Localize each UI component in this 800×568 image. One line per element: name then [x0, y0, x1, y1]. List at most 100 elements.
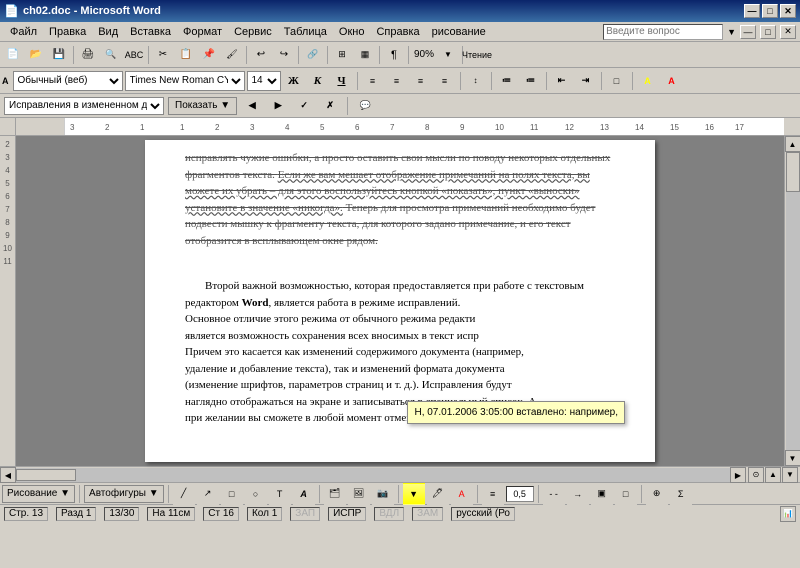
menu-view[interactable]: Вид [92, 24, 124, 40]
menu-insert[interactable]: Вставка [124, 24, 177, 40]
track-mode-selector[interactable]: Исправления в измененном документе [4, 97, 164, 115]
drawing-menu-button[interactable]: Рисование ▼ [2, 485, 75, 503]
window-maximize-btn[interactable]: □ [760, 25, 776, 39]
autoshapes-button[interactable]: Автофигуры ▼ [84, 485, 164, 503]
align-left-button[interactable]: ≡ [362, 71, 384, 91]
menu-file[interactable]: Файл [4, 24, 43, 40]
clipart-button[interactable]: 🖼 [348, 483, 370, 505]
maximize-button[interactable]: □ [762, 4, 778, 18]
browse-select-button[interactable]: ⊙ [748, 467, 764, 483]
open-button[interactable]: 📂 [25, 44, 47, 66]
scroll-up-button[interactable]: ▲ [785, 136, 800, 152]
window-minimize-btn[interactable]: — [740, 25, 756, 39]
arrow-style-button[interactable]: → [567, 483, 589, 505]
paste-button[interactable]: 📌 [198, 44, 220, 66]
line-tool-button[interactable]: ╱ [173, 483, 195, 505]
scroll-down-button[interactable]: ▼ [785, 450, 800, 466]
print-preview-button[interactable]: 🔍 [100, 44, 122, 66]
line-spacing-button[interactable]: ↕ [465, 71, 487, 91]
insert-image-button[interactable]: 📷 [372, 483, 394, 505]
style-selector[interactable]: Обычный (веб) [13, 71, 123, 91]
wordart-tool-button[interactable]: А [293, 483, 315, 505]
show-button[interactable]: Показать ▼ [168, 97, 237, 115]
menu-draw[interactable]: рисование [426, 24, 492, 40]
menu-service[interactable]: Сервис [228, 24, 278, 40]
outside-borders-button[interactable]: □ [606, 71, 628, 91]
menu-edit[interactable]: Правка [43, 24, 92, 40]
line-color-button[interactable]: 🖊 [427, 483, 449, 505]
status-ispr[interactable]: ИСПР [328, 507, 366, 521]
paragraph-5: (изменение шрифтов, параметров страниц и… [185, 377, 615, 394]
shadow-button[interactable]: ▣ [591, 483, 613, 505]
justify-button[interactable]: ≡ [434, 71, 456, 91]
status-vdl[interactable]: ВДЛ [374, 507, 404, 521]
browse-next-button[interactable]: ▼ [782, 467, 798, 483]
bold-button[interactable]: Ж [283, 71, 305, 91]
track-prev-button[interactable]: ◀ [241, 96, 263, 116]
h-scroll-right-button[interactable]: ▶ [730, 467, 746, 483]
search-arrow-icon[interactable]: ▼ [727, 27, 736, 37]
status-zam[interactable]: ЗАМ [412, 507, 443, 521]
font-selector[interactable]: Times New Roman CYR [125, 71, 245, 91]
fill-color-button[interactable]: ▼ [403, 483, 425, 505]
minimize-button[interactable]: — [744, 4, 760, 18]
3d-button[interactable]: □ [615, 483, 637, 505]
highlight-button[interactable]: A [637, 71, 659, 91]
close-button[interactable]: ✕ [780, 4, 796, 18]
track-accept-button[interactable]: ✓ [293, 96, 315, 116]
table-button[interactable]: ⊞ [331, 44, 353, 66]
help-search-input[interactable] [603, 24, 723, 40]
line-style-button[interactable]: ≡ [482, 483, 504, 505]
status-pages: 13/30 [104, 507, 139, 521]
font-size-selector[interactable]: 14 [247, 71, 281, 91]
oval-tool-button[interactable]: ○ [245, 483, 267, 505]
bullets-button[interactable]: ≔ [496, 71, 518, 91]
scroll-thumb[interactable] [786, 152, 800, 192]
window-close-btn[interactable]: ✕ [780, 25, 796, 39]
new-button[interactable]: 📄 [2, 44, 24, 66]
numbering-button[interactable]: ≔ [520, 71, 542, 91]
h-scroll-thumb[interactable] [16, 469, 76, 481]
dash-style-button[interactable]: - - [543, 483, 565, 505]
redo-button[interactable]: ↪ [273, 44, 295, 66]
menu-help[interactable]: Справка [370, 24, 425, 40]
underline-button[interactable]: Ч [331, 71, 353, 91]
insert-diagram-button[interactable]: 🗂 [324, 483, 346, 505]
align-center-button[interactable]: ≡ [386, 71, 408, 91]
menu-format[interactable]: Формат [177, 24, 228, 40]
extra1-button[interactable]: ⊕ [646, 483, 668, 505]
print-button[interactable]: 🖨 [77, 44, 99, 66]
read-mode-button[interactable]: Чтение [466, 44, 488, 66]
scroll-track[interactable] [786, 152, 800, 450]
font-color2-button[interactable]: A [451, 483, 473, 505]
save-button[interactable]: 💾 [48, 44, 70, 66]
line-width-input[interactable] [506, 486, 534, 502]
format-painter-button[interactable]: 🖌 [221, 44, 243, 66]
italic-button[interactable]: К [307, 71, 329, 91]
cut-button[interactable]: ✂ [152, 44, 174, 66]
font-color-button[interactable]: A [661, 71, 683, 91]
status-zap[interactable]: ЗАП [290, 507, 320, 521]
track-reject-button[interactable]: ✗ [319, 96, 341, 116]
decrease-indent-button[interactable]: ⇤ [551, 71, 573, 91]
undo-button[interactable]: ↩ [250, 44, 272, 66]
align-right-button[interactable]: ≡ [410, 71, 432, 91]
menu-window[interactable]: Окно [333, 24, 371, 40]
track-next-button[interactable]: ▶ [267, 96, 289, 116]
menu-table[interactable]: Таблица [278, 24, 333, 40]
h-scroll-track[interactable] [16, 468, 730, 482]
increase-indent-button[interactable]: ⇥ [575, 71, 597, 91]
paragraph-marks-button[interactable]: ¶ [383, 44, 405, 66]
spellcheck-button[interactable]: ABC [123, 44, 145, 66]
extra2-button[interactable]: Σ [670, 483, 692, 505]
textbox-tool-button[interactable]: Т [269, 483, 291, 505]
comment-button[interactable]: 💬 [354, 96, 376, 116]
h-scroll-left-button[interactable]: ◀ [0, 467, 16, 483]
browse-prev-button[interactable]: ▲ [765, 467, 781, 483]
copy-button[interactable]: 📋 [175, 44, 197, 66]
columns-button[interactable]: ▦ [354, 44, 376, 66]
rect-tool-button[interactable]: □ [221, 483, 243, 505]
arrow-tool-button[interactable]: ↗ [197, 483, 219, 505]
zoom-dropdown[interactable]: ▼ [437, 44, 459, 66]
hyperlink-button[interactable]: 🔗 [302, 44, 324, 66]
